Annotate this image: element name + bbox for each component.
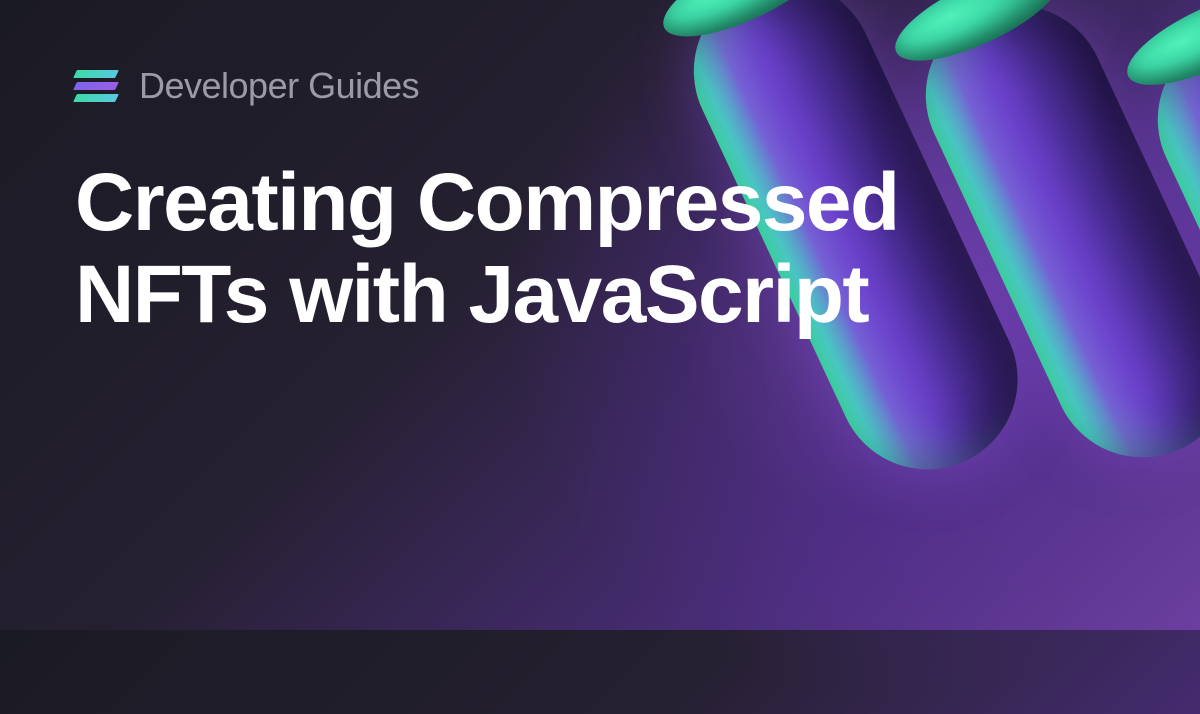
logo-bar: [73, 94, 119, 102]
page-title: Creating Compressed NFTs with JavaScript: [75, 157, 975, 341]
logo-bar: [73, 70, 119, 78]
logo-bar: [73, 82, 119, 90]
solana-logo-icon: [75, 70, 117, 102]
subtitle-text: Developer Guides: [139, 65, 419, 107]
content-container: Developer Guides Creating Compressed NFT…: [0, 0, 1200, 630]
header: Developer Guides: [75, 65, 1125, 107]
